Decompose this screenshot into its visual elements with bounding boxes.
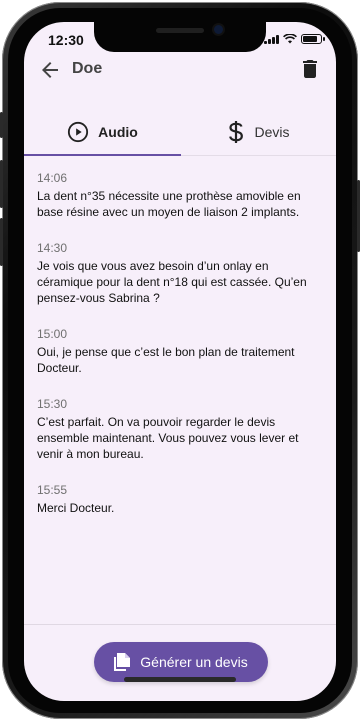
app-bar: Doe — [24, 52, 336, 88]
signal-icon — [264, 34, 279, 44]
bottom-divider — [24, 624, 336, 625]
generate-quote-button[interactable]: Générer un devis — [94, 642, 268, 682]
side-button-volume-up — [0, 160, 3, 208]
tab-bar: Audio Devis — [24, 108, 336, 156]
entry-text: Merci Docteur. — [37, 501, 115, 515]
status-icons — [264, 34, 325, 44]
tab-audio[interactable]: Audio — [24, 108, 181, 156]
generate-quote-label: Générer un devis — [140, 654, 248, 670]
entry-time: 15:00 — [37, 327, 68, 341]
play-circle-icon — [68, 121, 89, 143]
transcript-entry: 15:55 Merci Docteur. — [37, 482, 327, 516]
trash-icon[interactable] — [298, 57, 322, 81]
entry-text: La dent n°35 nécessite une prothèse amov… — [37, 189, 301, 219]
transcript-entry: 15:00 Oui, je pense que c’est le bon pla… — [37, 326, 327, 376]
page-title: Doe — [72, 60, 103, 77]
tab-devis-label: Devis — [254, 124, 290, 140]
notch — [94, 22, 266, 52]
document-copy-icon — [114, 653, 131, 671]
entry-time: 15:55 — [37, 483, 68, 497]
transcript-entry: 15:30 C’est parfait. On va pouvoir regar… — [37, 396, 327, 462]
tab-devis[interactable]: Devis — [181, 108, 336, 156]
tab-audio-label: Audio — [98, 124, 138, 140]
transcript-list: 14:06 La dent n°35 nécessite une prothès… — [37, 156, 327, 516]
arrow-left-icon[interactable] — [38, 58, 62, 82]
entry-time: 15:30 — [37, 397, 68, 411]
app-screen: 12:30 Doe Audio Devis 14:06 La dent n°35… — [24, 22, 336, 701]
transcript-entry: 14:06 La dent n°35 nécessite une prothès… — [37, 170, 327, 220]
entry-text: Oui, je pense que c’est le bon plan de t… — [37, 345, 295, 375]
front-camera — [214, 25, 223, 34]
home-indicator — [124, 677, 236, 682]
battery-icon — [301, 34, 325, 44]
entry-time: 14:30 — [37, 241, 68, 255]
entry-text: C’est parfait. On va pouvoir regarder le… — [37, 415, 299, 461]
transcript-entry: 14:30 Je vois que vous avez besoin d’un … — [37, 240, 327, 306]
dollar-icon — [229, 121, 244, 143]
speaker — [156, 28, 204, 33]
wifi-icon — [283, 34, 297, 44]
status-time: 12:30 — [48, 32, 84, 48]
entry-time: 14:06 — [37, 171, 68, 185]
side-button-volume-down — [0, 218, 3, 266]
side-button-silent — [0, 112, 3, 138]
entry-text: Je vois que vous avez besoin d’un onlay … — [37, 259, 307, 305]
